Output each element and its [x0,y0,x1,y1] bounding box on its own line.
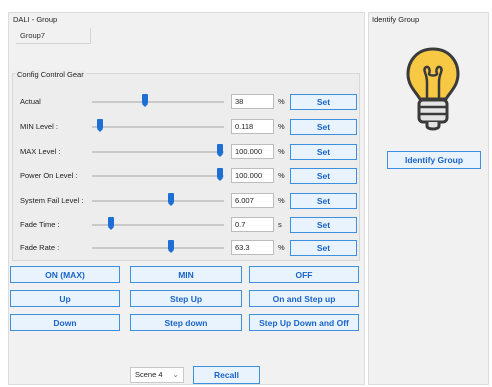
min-level-label: MIN Level : [20,122,58,131]
power-on-level-set-button[interactable]: Set [290,168,357,184]
power-on-level-label: Power On Level : [20,171,78,180]
scene-select[interactable]: Scene 4 ⌄ [130,367,184,383]
off-button[interactable]: OFF [249,266,359,283]
min-level-set-button[interactable]: Set [290,119,357,135]
actual-value-input[interactable]: 38 [231,94,274,109]
min-level-unit: % [278,122,285,131]
actual-set-button[interactable]: Set [290,94,357,110]
group-name-field: Group7 [16,28,91,44]
fade-rate-slider-thumb[interactable] [168,240,174,253]
max-level-value-input[interactable]: 100.000 [231,144,274,159]
actual-slider[interactable] [92,101,224,103]
fade-time-value-input[interactable]: 0.7 [231,217,274,232]
fade-time-set-button[interactable]: Set [290,217,357,233]
dali-group-title: DALI - Group [13,15,58,24]
fade-time-label: Fade Time : [20,220,60,229]
fade-rate-value-input[interactable]: 63.3 [231,240,274,255]
fade-rate-unit: % [278,243,285,252]
max-level-label: MAX Level : [20,147,61,156]
min-button[interactable]: MIN [130,266,242,283]
system-fail-level-unit: % [278,196,285,205]
max-level-set-button[interactable]: Set [290,144,357,160]
chevron-down-icon: ⌄ [172,370,179,379]
system-fail-level-slider-thumb[interactable] [168,193,174,206]
max-level-unit: % [278,147,285,156]
lightbulb-icon [403,46,463,132]
up-button[interactable]: Up [10,290,120,307]
down-button[interactable]: Down [10,314,120,331]
recall-button[interactable]: Recall [193,366,260,384]
on-and-step-up-button[interactable]: On and Step up [249,290,359,307]
step-down-button[interactable]: Step down [130,314,242,331]
fade-rate-set-button[interactable]: Set [290,240,357,256]
on-max-button[interactable]: ON (MAX) [10,266,120,283]
step-up-down-and-off-button[interactable]: Step Up Down and Off [249,314,359,331]
fade-time-unit: s [278,220,282,229]
power-on-level-value-input[interactable]: 100.000 [231,168,274,183]
system-fail-level-set-button[interactable]: Set [290,193,357,209]
scene-select-value: Scene 4 [135,370,163,379]
power-on-level-unit: % [278,171,285,180]
system-fail-level-value-input[interactable]: 6.007 [231,193,274,208]
config-control-gear-title: Config Control Gear [15,70,86,79]
power-on-level-slider-thumb[interactable] [217,168,223,181]
power-on-level-slider[interactable] [92,175,224,177]
actual-unit: % [278,97,285,106]
min-level-value-input[interactable]: 0.118 [231,119,274,134]
step-up-button[interactable]: Step Up [130,290,242,307]
max-level-slider[interactable] [92,151,224,153]
fade-time-slider-thumb[interactable] [108,217,114,230]
identify-group-title: Identify Group [372,15,420,24]
fade-rate-label: Fade Rate : [20,243,60,252]
identify-group-button[interactable]: Identify Group [387,151,481,169]
min-level-slider-thumb[interactable] [97,119,103,132]
fade-rate-slider[interactable] [92,247,224,249]
system-fail-level-slider[interactable] [92,200,224,202]
actual-label: Actual [20,97,41,106]
actual-slider-thumb[interactable] [142,94,148,107]
system-fail-level-label: System Fail Level : [20,196,84,205]
min-level-slider[interactable] [92,126,224,128]
max-level-slider-thumb[interactable] [217,144,223,157]
